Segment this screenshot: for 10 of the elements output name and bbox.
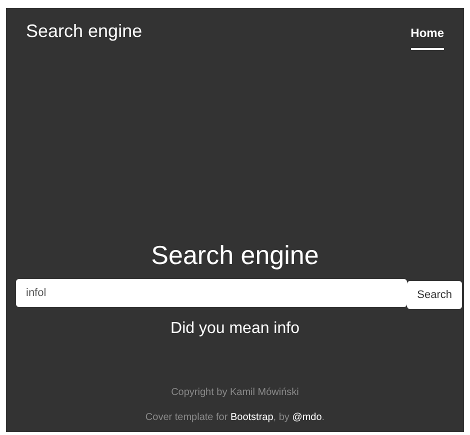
search-button[interactable]: Search [407, 281, 462, 309]
search-field[interactable]: infol [16, 279, 408, 307]
footer-link[interactable]: Bootstrap [230, 412, 274, 423]
credit-text: Cover template for Bootstrap, by @mdo. [145, 411, 325, 425]
site-title: Search engine [26, 20, 142, 43]
copyright-text: Copyright by Kamil Mówiński [171, 386, 299, 400]
nav-link[interactable]: Home [410, 24, 444, 50]
suggestion-text: Did you mean info [170, 319, 300, 339]
footer-link[interactable]: @mdo [292, 412, 322, 423]
heading: Search engine [151, 239, 319, 272]
